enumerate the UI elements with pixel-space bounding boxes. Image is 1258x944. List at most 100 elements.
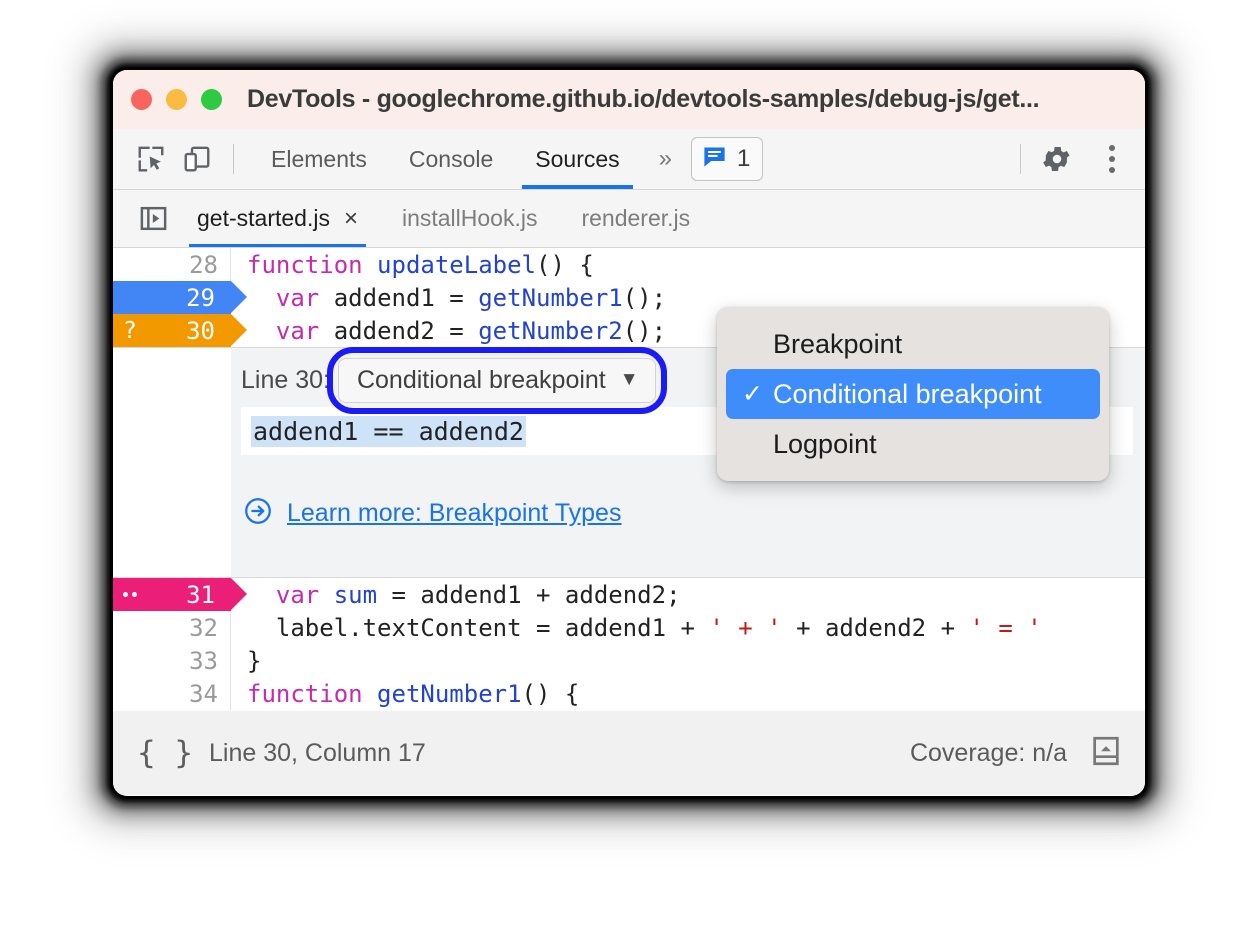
learn-more-link[interactable]: Learn more: Breakpoint Types [287, 499, 621, 528]
menu-item-label: Logpoint [773, 428, 877, 459]
kebab-menu-icon[interactable] [1095, 139, 1129, 179]
line-number-gutter[interactable]: 33 [113, 644, 231, 677]
learn-more-row: Learn more: Breakpoint Types [231, 496, 1145, 531]
code-token: + addend2 + [781, 613, 970, 642]
menu-item-breakpoint[interactable]: Breakpoint [726, 319, 1100, 369]
console-message-badge[interactable]: 1 [691, 137, 764, 181]
breakpoint-type-dropdown-menu: Breakpoint ✓ Conditional breakpoint Logp… [717, 307, 1109, 481]
code-token: (); [622, 283, 667, 312]
file-tab-renderer[interactable]: renderer.js [559, 190, 712, 247]
panel-tabs: Elements Console Sources [250, 129, 641, 189]
tab-console-label: Console [408, 145, 494, 172]
gear-icon[interactable] [1037, 139, 1077, 179]
close-window-button[interactable] [131, 89, 152, 110]
line-number-gutter[interactable]: 32 [113, 611, 231, 644]
code-text: } [231, 647, 261, 675]
show-navigator-icon[interactable] [131, 203, 175, 234]
code-text: function getNumber1() { [231, 680, 579, 708]
line-number: 30 [186, 316, 215, 345]
code-line: 33 } [113, 644, 1145, 677]
logpoint-marker-line-31[interactable]: 31 [113, 578, 247, 611]
code-text: var addend2 = getNumber2(); [231, 317, 666, 345]
code-line: 28 function updateLabel() { [113, 248, 1145, 281]
conditional-breakpoint-glyph: ? [123, 317, 137, 344]
breakpoint-type-value: Conditional breakpoint [356, 365, 606, 394]
breakpoint-line-label: Line 30: [241, 365, 330, 394]
code-text: var sum = addend1 + addend2; [231, 581, 681, 609]
code-token: function [247, 679, 363, 708]
code-token: var [275, 580, 320, 609]
menu-item-logpoint[interactable]: Logpoint [726, 419, 1100, 469]
file-tab-installhook[interactable]: installHook.js [380, 190, 560, 247]
chevron-down-icon: ▼ [619, 369, 639, 390]
line-number: 31 [186, 580, 215, 609]
code-token: (); [622, 316, 667, 345]
logpoint-dots-icon [123, 592, 137, 597]
breakpoint-type-select-wrap: Conditional breakpoint ▼ [326, 346, 667, 414]
line-number-gutter[interactable]: 34 [113, 677, 231, 710]
menu-item-conditional-breakpoint[interactable]: ✓ Conditional breakpoint [726, 369, 1100, 419]
menu-item-label: Conditional breakpoint [773, 378, 1042, 409]
line-number: 29 [186, 283, 215, 312]
tab-sources-label: Sources [535, 145, 620, 172]
toolbar-right-group [1010, 139, 1129, 179]
code-token: = addend1 + addend2; [377, 580, 681, 609]
breakpoint-panel-gutter-fill [113, 347, 231, 578]
code-token: var [275, 316, 320, 345]
arrow-circle-right-icon [243, 496, 273, 531]
tab-sources[interactable]: Sources [514, 129, 640, 189]
file-tab-label: installHook.js [401, 205, 538, 231]
tab-console[interactable]: Console [388, 129, 514, 189]
code-line: 32 label.textContent = addend1 + ' + ' +… [113, 611, 1145, 644]
code-line: 31 var sum = addend1 + addend2; [113, 578, 1145, 611]
minimize-window-button[interactable] [166, 89, 187, 110]
toolbar-divider [233, 144, 234, 174]
code-token: label.textContent = addend1 + [247, 613, 710, 642]
inspect-element-icon[interactable] [131, 139, 171, 179]
check-icon: ✓ [742, 380, 763, 408]
maximize-window-button[interactable] [201, 89, 222, 110]
pretty-print-braces-icon[interactable]: { } [137, 735, 193, 771]
tab-elements[interactable]: Elements [250, 129, 388, 189]
breakpoint-marker-line-29[interactable]: 29 [113, 281, 247, 314]
code-token: addend1 = [319, 283, 479, 312]
code-token: getNumber1 [478, 283, 623, 312]
file-tab-get-started[interactable]: get-started.js × [175, 190, 380, 247]
console-message-icon [701, 143, 728, 175]
window-title: DevTools - googlechrome.github.io/devtoo… [247, 85, 1040, 113]
toolbar-divider-2 [1020, 144, 1021, 174]
show-drawer-icon[interactable] [1089, 734, 1123, 773]
code-token: ' + ' [709, 613, 782, 642]
close-icon[interactable]: × [344, 206, 358, 231]
line-number-gutter[interactable]: 28 [113, 248, 231, 281]
conditional-breakpoint-marker-line-30[interactable]: ? 30 [113, 314, 247, 347]
code-token: updateLabel [377, 250, 536, 279]
code-token: getNumber1 [377, 679, 522, 708]
title-bar: DevTools - googlechrome.github.io/devtoo… [113, 70, 1145, 129]
code-token: function [247, 250, 363, 279]
code-token: getNumber2 [478, 316, 623, 345]
tab-elements-label: Elements [271, 145, 367, 172]
condition-value: addend1 == addend2 [251, 415, 526, 447]
device-toolbar-icon[interactable] [177, 139, 217, 179]
traffic-lights [131, 89, 222, 110]
main-toolbar: Elements Console Sources » 1 [113, 129, 1145, 190]
code-token: var [275, 283, 320, 312]
more-panels-icon[interactable]: » [645, 145, 683, 173]
breakpoint-type-select[interactable]: Conditional breakpoint ▼ [337, 357, 656, 403]
code-text: var addend1 = getNumber1(); [231, 284, 666, 312]
file-tab-bar: get-started.js × installHook.js renderer… [113, 190, 1145, 248]
code-text: label.textContent = addend1 + ' + ' + ad… [231, 614, 1042, 642]
code-token: ' = ' [969, 613, 1042, 642]
coverage-status: Coverage: n/a [909, 738, 1067, 767]
code-token: () { [536, 250, 594, 279]
code-line: 34 function getNumber1() { [113, 677, 1145, 710]
code-token: addend2 = [319, 316, 479, 345]
code-token: sum [333, 580, 378, 609]
